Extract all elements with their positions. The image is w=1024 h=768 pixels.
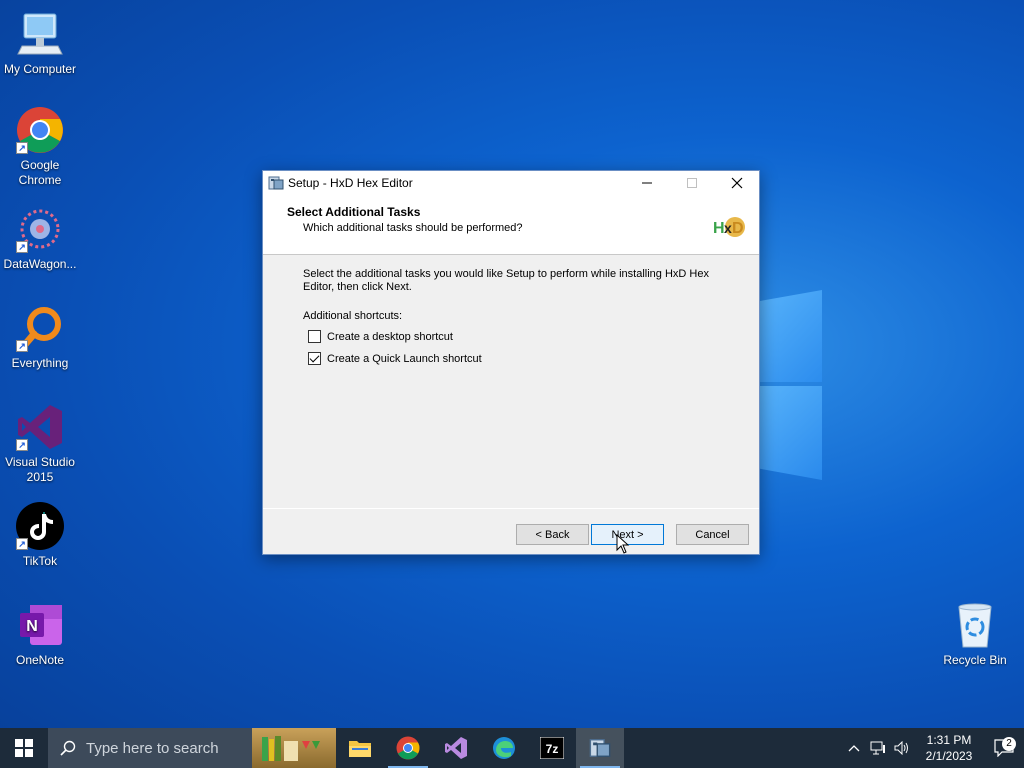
show-hidden-icons-button[interactable] — [842, 744, 866, 752]
shortcuts-section-label: Additional shortcuts: — [303, 310, 403, 322]
svg-text:H: H — [713, 220, 725, 237]
network-button[interactable] — [866, 741, 890, 755]
everything-search-icon: ↗ — [16, 304, 64, 352]
datawagon-icon: ↗ — [16, 205, 64, 253]
desktop-icon-visual-studio[interactable]: ↗ Visual Studio 2015 — [0, 403, 80, 485]
7zip-icon: 7z — [540, 737, 564, 759]
start-button[interactable] — [0, 728, 48, 768]
bookshelf-icon — [262, 736, 320, 761]
desktop-shortcut-checkbox[interactable] — [308, 330, 321, 343]
taskbar-app-visual-studio[interactable] — [432, 728, 480, 768]
notification-count-badge: 2 — [1002, 737, 1016, 751]
windows-start-icon — [15, 739, 33, 757]
wizard-body: Select the additional tasks you would li… — [263, 255, 759, 508]
taskbar-search-box[interactable]: Type here to search — [48, 728, 252, 768]
taskbar-app-edge[interactable] — [480, 728, 528, 768]
desktop-icon-label: Everything — [11, 356, 69, 370]
svg-text:N: N — [26, 618, 38, 635]
hxd-logo-icon: H x D — [711, 213, 747, 241]
taskbar-app-library[interactable] — [252, 728, 336, 768]
search-icon — [60, 740, 76, 756]
maximize-icon — [686, 178, 697, 188]
volume-button[interactable] — [890, 741, 914, 755]
footer-divider — [263, 508, 759, 509]
desktop-icon-label: TikTok — [22, 554, 58, 568]
minimize-button[interactable] — [624, 171, 669, 195]
maximize-button[interactable] — [669, 171, 714, 195]
notification-center-button[interactable]: 2 — [984, 737, 1024, 757]
shortcut-arrow-icon: ↗ — [16, 538, 28, 550]
taskbar-app-7zip[interactable]: 7z — [528, 728, 576, 768]
desktop-shortcut-label: Create a desktop shortcut — [327, 330, 453, 343]
dialog-title: Setup - HxD Hex Editor — [288, 176, 413, 190]
network-icon — [870, 741, 885, 755]
desktop-icon-my-computer[interactable]: My Computer — [0, 10, 80, 77]
svg-text:x: x — [724, 220, 732, 236]
wallpaper-windows-logo — [760, 290, 822, 480]
page-title: Select Additional Tasks — [287, 205, 421, 219]
computer-icon — [16, 10, 64, 58]
taskbar-app-chrome[interactable] — [384, 728, 432, 768]
quick-launch-shortcut-checkbox[interactable] — [308, 352, 321, 365]
desktop-icon-label: Recycle Bin — [943, 653, 1007, 667]
quick-launch-shortcut-label: Create a Quick Launch shortcut — [327, 352, 482, 365]
chevron-up-icon — [848, 745, 860, 752]
shortcut-arrow-icon: ↗ — [16, 340, 28, 352]
taskbar-clock[interactable]: 1:31 PM 2/1/2023 — [914, 732, 984, 764]
visual-studio-icon — [445, 737, 467, 759]
close-icon — [731, 177, 742, 189]
desktop-icon-label: Google Chrome — [18, 158, 62, 187]
desktop-icon-label: DataWagon... — [3, 257, 77, 271]
dialog-titlebar[interactable]: Setup - HxD Hex Editor — [263, 171, 759, 195]
taskbar-app-file-explorer[interactable] — [336, 728, 384, 768]
svg-text:7z: 7z — [546, 742, 559, 756]
close-button[interactable] — [714, 171, 759, 195]
visual-studio-icon: ↗ — [16, 403, 64, 451]
chrome-icon — [396, 736, 420, 760]
desktop-icon-everything[interactable]: ↗ Everything — [0, 304, 80, 371]
speaker-icon — [894, 741, 908, 755]
shortcut-arrow-icon: ↗ — [16, 439, 28, 451]
desktop-icon-label: Visual Studio 2015 — [5, 455, 75, 484]
setup-app-icon — [589, 739, 611, 757]
cancel-button[interactable]: Cancel — [676, 524, 749, 545]
onenote-icon: N — [16, 601, 64, 649]
shortcut-arrow-icon: ↗ — [16, 142, 28, 154]
taskbar-app-setup[interactable] — [576, 728, 624, 768]
clock-date: 2/1/2023 — [925, 749, 973, 763]
setup-app-icon — [268, 175, 284, 191]
recycle-bin-icon — [951, 601, 999, 649]
desktop-icon-onenote[interactable]: N OneNote — [0, 601, 80, 668]
desktop-icon-datawagon[interactable]: ↗ DataWagon... — [0, 205, 80, 272]
chrome-icon: ↗ — [16, 106, 64, 154]
svg-text:D: D — [732, 220, 744, 237]
desktop-icon-recycle-bin[interactable]: Recycle Bin — [935, 601, 1015, 668]
edge-icon — [493, 737, 515, 759]
page-subtitle: Which additional tasks should be perform… — [303, 222, 523, 234]
taskbar: Type here to search 7z 1:31 PM 2/1/2023 … — [0, 728, 1024, 768]
shortcut-arrow-icon: ↗ — [16, 241, 28, 253]
system-tray: 1:31 PM 2/1/2023 2 — [842, 728, 1024, 768]
tiktok-icon: ↗ — [16, 502, 64, 550]
desktop-icon-label: My Computer — [3, 62, 77, 76]
mouse-cursor-icon — [616, 534, 630, 554]
wizard-header: Select Additional Tasks Which additional… — [263, 195, 759, 255]
minimize-icon — [641, 182, 652, 184]
desktop-shortcut-option[interactable]: Create a desktop shortcut — [308, 330, 453, 343]
task-description: Select the additional tasks you would li… — [303, 268, 709, 293]
back-button[interactable]: < Back — [516, 524, 589, 545]
clock-time: 1:31 PM — [926, 733, 972, 747]
search-placeholder: Type here to search — [86, 739, 219, 757]
setup-dialog: Setup - HxD Hex Editor Select Additional… — [262, 170, 760, 555]
quick-launch-shortcut-option[interactable]: Create a Quick Launch shortcut — [308, 352, 482, 365]
folder-icon — [349, 741, 371, 757]
desktop-icon-google-chrome[interactable]: ↗ Google Chrome — [0, 106, 80, 188]
desktop-icon-tiktok[interactable]: ↗ TikTok — [0, 502, 80, 569]
desktop-icon-label: OneNote — [15, 653, 65, 667]
